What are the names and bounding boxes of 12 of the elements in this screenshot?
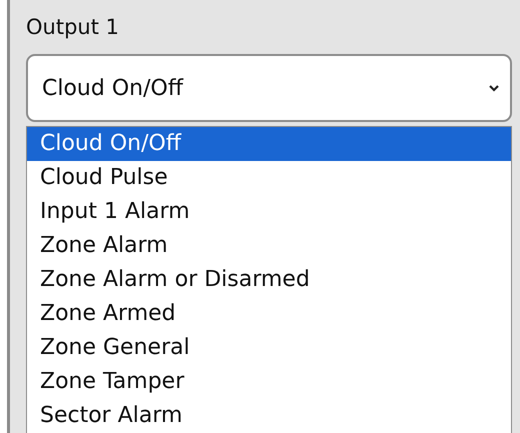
output-select[interactable]: Cloud On/Off bbox=[26, 54, 512, 122]
dropdown-option[interactable]: Cloud Pulse bbox=[27, 161, 511, 195]
dropdown-option[interactable]: Zone Armed bbox=[27, 297, 511, 331]
dropdown-option[interactable]: Cloud On/Off bbox=[27, 127, 511, 161]
dropdown-option[interactable]: Zone Alarm bbox=[27, 229, 511, 263]
dropdown-option[interactable]: Zone Alarm or Disarmed bbox=[27, 263, 511, 297]
dropdown-option[interactable]: Input 1 Alarm bbox=[27, 195, 511, 229]
field-label: Output 1 bbox=[26, 14, 119, 41]
dropdown-option[interactable]: Zone General bbox=[27, 331, 511, 365]
dropdown-option[interactable]: Zone Tamper bbox=[27, 365, 511, 399]
dropdown-option[interactable]: Sector Alarm bbox=[27, 399, 511, 433]
chevron-down-icon bbox=[488, 84, 500, 92]
